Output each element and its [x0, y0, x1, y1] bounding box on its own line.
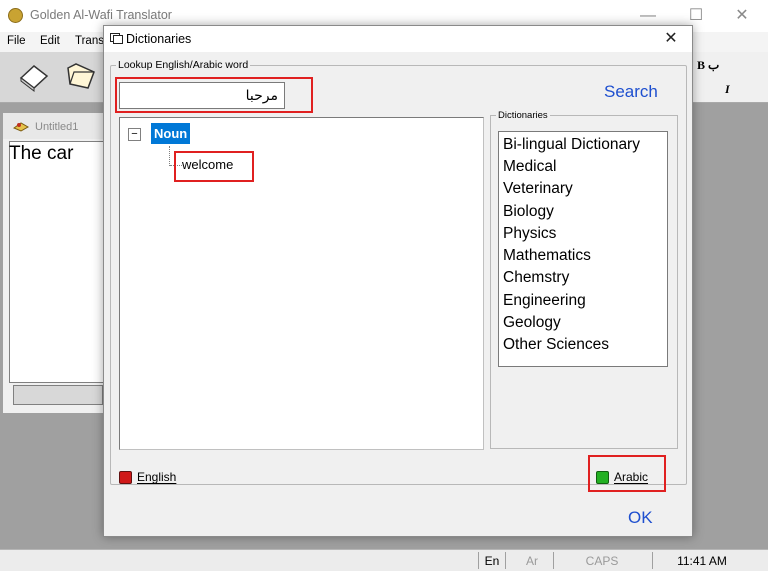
- dialog-title: Dictionaries: [126, 32, 192, 46]
- dictionary-item[interactable]: Geology: [503, 314, 561, 332]
- document-icon: [13, 122, 29, 132]
- dialog-title-bar: Dictionaries ✕: [104, 26, 692, 52]
- status-caps: CAPS: [585, 554, 619, 568]
- menu-file[interactable]: File: [7, 35, 26, 47]
- app-title: Golden Al-Wafi Translator: [30, 8, 172, 22]
- document-window: Untitled1 The car: [2, 112, 108, 414]
- tree-node-noun[interactable]: Noun: [151, 123, 191, 144]
- dictionary-item[interactable]: Biology: [503, 203, 554, 221]
- menu-translate[interactable]: Trans: [75, 35, 104, 47]
- status-divider: [553, 552, 554, 569]
- dictionary-item[interactable]: Medical: [503, 158, 556, 176]
- dictionaries-dialog: Dictionaries ✕ Lookup English/Arabic wor…: [103, 25, 693, 537]
- app-logo-icon: [8, 8, 23, 23]
- english-label: English: [137, 470, 177, 484]
- status-divider: [505, 552, 506, 569]
- status-lang-en: En: [484, 554, 500, 568]
- document-scrollbar[interactable]: [13, 385, 103, 405]
- dictionary-item[interactable]: Chemstry: [503, 269, 569, 287]
- format-panel: B ب I: [690, 52, 768, 102]
- dictionary-item[interactable]: Veterinary: [503, 180, 573, 198]
- status-lang-ar: Ar: [526, 554, 538, 568]
- dictionary-item[interactable]: Physics: [503, 225, 556, 243]
- document-editor[interactable]: [9, 141, 107, 383]
- italic-button[interactable]: I: [725, 82, 730, 97]
- dictionaries-label: Dictionaries: [496, 110, 550, 121]
- search-button[interactable]: Search: [604, 82, 658, 102]
- status-bar: En Ar CAPS 11:41 AM: [0, 549, 768, 571]
- dictionary-item[interactable]: Engineering: [503, 292, 586, 310]
- english-dot-icon: [119, 471, 132, 484]
- search-input[interactable]: مرحبا: [119, 82, 285, 109]
- dialog-close-button[interactable]: ✕: [659, 28, 683, 50]
- window-icon: [110, 33, 123, 44]
- bold-button[interactable]: B ب: [697, 58, 719, 73]
- status-divider: [478, 552, 479, 569]
- ok-button[interactable]: OK: [628, 508, 653, 528]
- tree-connector: [169, 146, 170, 166]
- arabic-dot-icon: [596, 471, 609, 484]
- status-divider: [652, 552, 653, 569]
- menu-edit[interactable]: Edit: [40, 35, 60, 47]
- collapse-icon[interactable]: −: [128, 128, 141, 141]
- document-title: Untitled1: [35, 121, 79, 133]
- dictionary-item[interactable]: Bi-lingual Dictionary: [503, 136, 640, 154]
- result-highlight-box: [174, 151, 254, 182]
- arabic-label: Arabic: [614, 470, 649, 484]
- dictionary-item[interactable]: Mathematics: [503, 247, 591, 265]
- status-time: 11:41 AM: [677, 554, 727, 568]
- close-button[interactable]: ✕: [722, 4, 762, 28]
- lookup-label: Lookup English/Arabic word: [116, 59, 251, 71]
- dictionary-item[interactable]: Other Sciences: [503, 336, 609, 354]
- open-folder-icon[interactable]: [64, 58, 98, 92]
- dictionaries-list[interactable]: Bi-lingual Dictionary Medical Veterinary…: [498, 131, 668, 367]
- eraser-tool-icon[interactable]: [17, 58, 51, 92]
- document-text: The car: [9, 143, 74, 164]
- document-header: Untitled1: [3, 113, 107, 139]
